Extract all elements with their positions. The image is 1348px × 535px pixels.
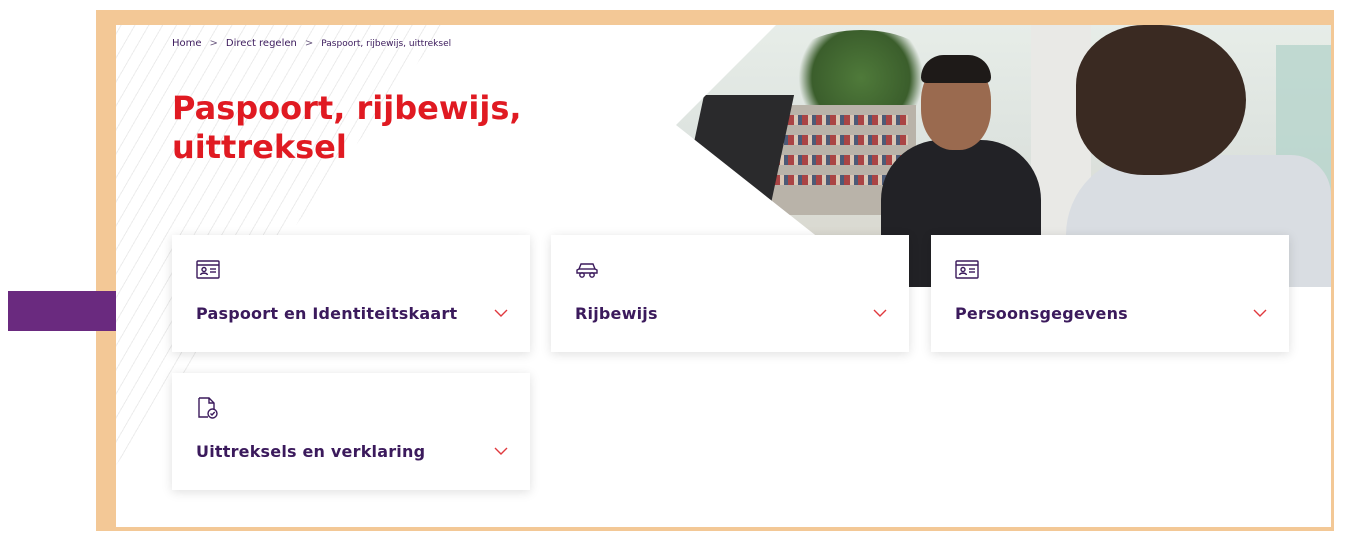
chevron-down-icon[interactable] [494, 308, 508, 318]
card-uittreksels-verklaring[interactable]: Uittreksels en verklaring [172, 373, 530, 490]
breadcrumb-current: Paspoort, rijbewijs, uittreksel [321, 38, 452, 49]
page-content: Home > Direct regelen > Paspoort, rijbew… [116, 25, 1331, 527]
card-label: Rijbewijs [575, 304, 658, 323]
document-check-icon [198, 397, 218, 419]
breadcrumb: Home > Direct regelen > Paspoort, rijbew… [172, 38, 451, 49]
breadcrumb-home[interactable]: Home [172, 38, 202, 49]
page-title: Paspoort, rijbewijs, uittreksel [172, 89, 592, 167]
car-icon [576, 263, 598, 278]
card-label: Paspoort en Identiteitskaart [196, 304, 458, 323]
page-title-line1: Paspoort, rijbewijs, [172, 89, 522, 127]
id-card-icon [955, 260, 979, 279]
chevron-down-icon[interactable] [1253, 308, 1267, 318]
id-card-icon [196, 260, 220, 279]
breadcrumb-separator-icon: > [209, 38, 218, 49]
chevron-down-icon[interactable] [494, 446, 508, 456]
card-label: Persoonsgegevens [955, 304, 1128, 323]
breadcrumb-direct-regelen[interactable]: Direct regelen [226, 38, 297, 49]
chevron-down-icon[interactable] [873, 308, 887, 318]
card-label: Uittreksels en verklaring [196, 442, 426, 461]
card-paspoort-identiteitskaart[interactable]: Paspoort en Identiteitskaart [172, 235, 530, 352]
breadcrumb-separator-icon: > [304, 38, 314, 49]
page-title-line2: uittreksel [172, 128, 347, 166]
card-persoonsgegevens[interactable]: Persoonsgegevens [931, 235, 1289, 352]
card-rijbewijs[interactable]: Rijbewijs [551, 235, 909, 352]
